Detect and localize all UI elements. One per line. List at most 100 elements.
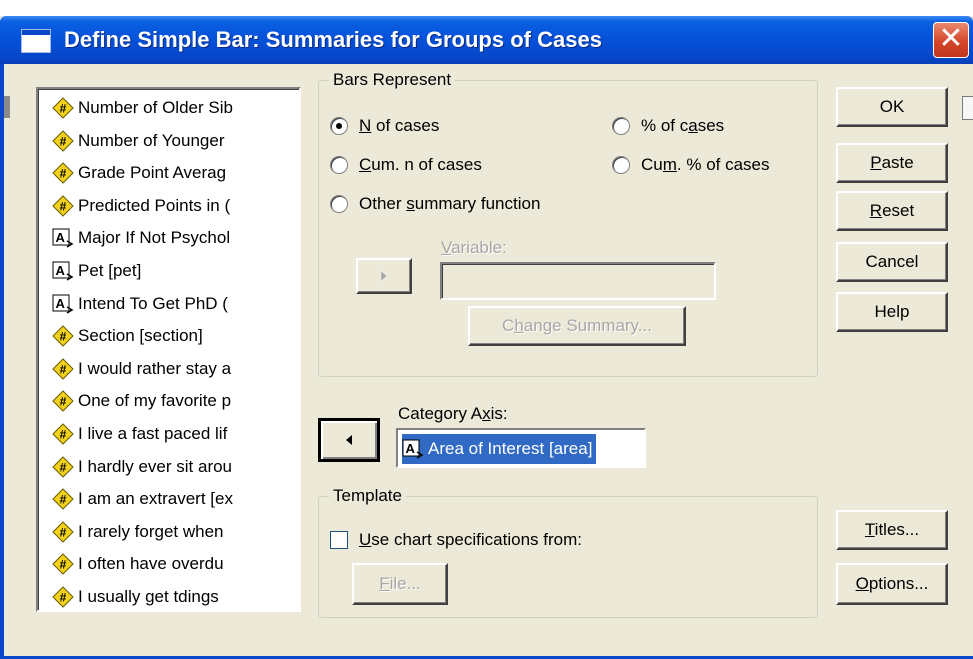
variable-label: One of my favorite p [78,391,232,411]
variable-list-item[interactable]: # I live a fast paced lif [52,419,284,449]
svg-text:#: # [60,525,67,539]
svg-text:#: # [60,395,67,409]
background-window-edge [4,96,10,118]
radio-label: N of cases [359,116,440,135]
variable-label: Predicted Points in ( [78,195,231,215]
numeric-variable-icon: # [52,390,74,413]
svg-text:#: # [60,428,67,442]
variable-list-item[interactable]: # Section [section] [52,321,284,351]
change-summary-button[interactable]: Change Summary... [468,306,686,346]
category-axis-field[interactable]: A Area of Interest [area] [396,428,646,468]
radio-button[interactable] [330,195,348,213]
svg-text:#: # [60,591,67,605]
category-axis-item[interactable]: A Area of Interest [area] [400,433,598,465]
move-to-category-axis-button[interactable] [318,418,380,462]
string-variable-icon: A [52,293,74,315]
move-to-variable-button[interactable] [356,258,412,294]
arrow-right-icon [380,270,388,282]
svg-text:#: # [60,460,67,474]
svg-text:A: A [56,230,66,245]
numeric-variable-icon: # [52,553,74,576]
variable-list-item[interactable]: A Pet [pet] [52,256,284,286]
title-bar[interactable]: Define Simple Bar: Summaries for Groups … [0,16,973,64]
variable-label: Number of Older Sib [78,98,233,117]
scroll-down-button[interactable] [300,586,301,608]
file-label: File... [379,574,421,593]
variable-list-item[interactable]: # I hardly ever sit arou [52,452,284,482]
variable-label: Variable: [441,238,507,257]
reset-button[interactable]: Reset [836,191,948,231]
checkbox[interactable] [330,531,348,549]
numeric-variable-icon: # [52,162,74,184]
close-button[interactable]: ✕ [933,22,969,58]
options-button[interactable]: Options... [836,563,948,605]
variable-label: Grade Point Averag [78,163,227,183]
variable-label: Major If Not Psychol [78,228,231,248]
titles-button[interactable]: Titles... [836,510,948,550]
radio-button[interactable] [612,156,630,174]
radio-label: Other summary function [359,194,541,213]
variable-field[interactable] [440,262,716,300]
numeric-variable-icon: # [52,358,74,380]
category-axis-label: Category Axis: [398,404,508,423]
ok-label: OK [879,97,905,116]
variable-list-item[interactable]: A Intend To Get PhD ( [52,289,284,319]
category-axis-value: Area of Interest [area] [428,439,593,458]
use-chart-specifications-checkbox[interactable]: Use chart specifications from: [330,530,582,550]
variable-list-item[interactable]: # Number of Older Sib [52,93,284,123]
svg-text:A: A [406,441,416,456]
paste-label: Paste [870,153,914,172]
radio-button[interactable] [612,117,630,135]
svg-text:#: # [60,362,67,376]
paste-button[interactable]: Paste [836,143,948,183]
string-variable-icon: A [402,438,424,460]
variable-list-item[interactable]: # Grade Point Averag [52,158,284,188]
svg-text:A: A [56,263,66,278]
numeric-variable-icon: # [52,521,74,543]
arrow-left-icon [346,435,352,445]
scroll-up-button[interactable] [300,91,301,113]
radio-label: Cum. % of cases [641,155,770,174]
radio-other-summary-function[interactable]: Other summary function [330,194,540,214]
numeric-variable-icon: # [52,423,74,445]
variable-list-item[interactable]: # Number of Younger [52,126,284,156]
change-summary-label: Change Summary... [502,316,652,335]
radio-percent-of-cases[interactable]: % of cases [612,116,724,136]
ok-button[interactable]: OK [836,87,948,127]
window-icon [22,30,50,52]
numeric-variable-icon: # [52,586,74,608]
svg-text:#: # [60,134,67,148]
options-label: Options... [855,574,929,593]
variable-list-item[interactable]: A Major If Not Psychol [52,223,284,253]
variable-label: Intend To Get PhD ( [78,293,228,313]
variable-list-item[interactable]: # I often have overdu [52,549,284,579]
radio-cum-n-of-cases[interactable]: Cum. n of cases [330,155,482,175]
svg-text:#: # [60,558,67,572]
variable-list-item[interactable]: # One of my favorite p [52,386,284,416]
variable-list[interactable]: # Number of Older Sib # Number of Younger # G… [36,87,301,612]
bars-represent-legend: Bars Represent [329,69,456,91]
variable-label: Number of Younger [78,130,225,150]
variable-list-item[interactable]: # I am an extravert [ex [52,484,284,514]
radio-button[interactable] [330,156,348,174]
variable-list-item[interactable]: # I rarely forget when [52,517,284,547]
checkbox-label: Use chart specifications from: [359,530,582,549]
window-title: Define Simple Bar: Summaries for Groups … [64,27,602,52]
variable-list-item[interactable]: # I would rather stay a [52,354,284,384]
numeric-variable-icon: # [52,488,74,510]
radio-n-of-cases[interactable]: N of cases [330,116,439,136]
variable-label: I often have overdu [78,554,224,574]
variable-list-item[interactable]: # Predicted Points in ( [52,191,284,221]
radio-cum-percent-of-cases[interactable]: Cum. % of cases [612,155,770,175]
variable-list-scrollbar[interactable] [300,89,301,610]
numeric-variable-icon: # [52,129,74,152]
variable-label: Section [section] [78,326,203,346]
file-button[interactable]: File... [352,563,448,605]
help-button[interactable]: Help [836,292,948,332]
radio-button[interactable] [330,117,348,135]
variable-label: I would rather stay a [78,358,232,378]
cancel-button[interactable]: Cancel [836,242,948,282]
radio-label: Cum. n of cases [359,155,482,174]
variable-list-item[interactable]: # I usually get tdings [52,582,284,610]
svg-text:#: # [60,102,67,116]
